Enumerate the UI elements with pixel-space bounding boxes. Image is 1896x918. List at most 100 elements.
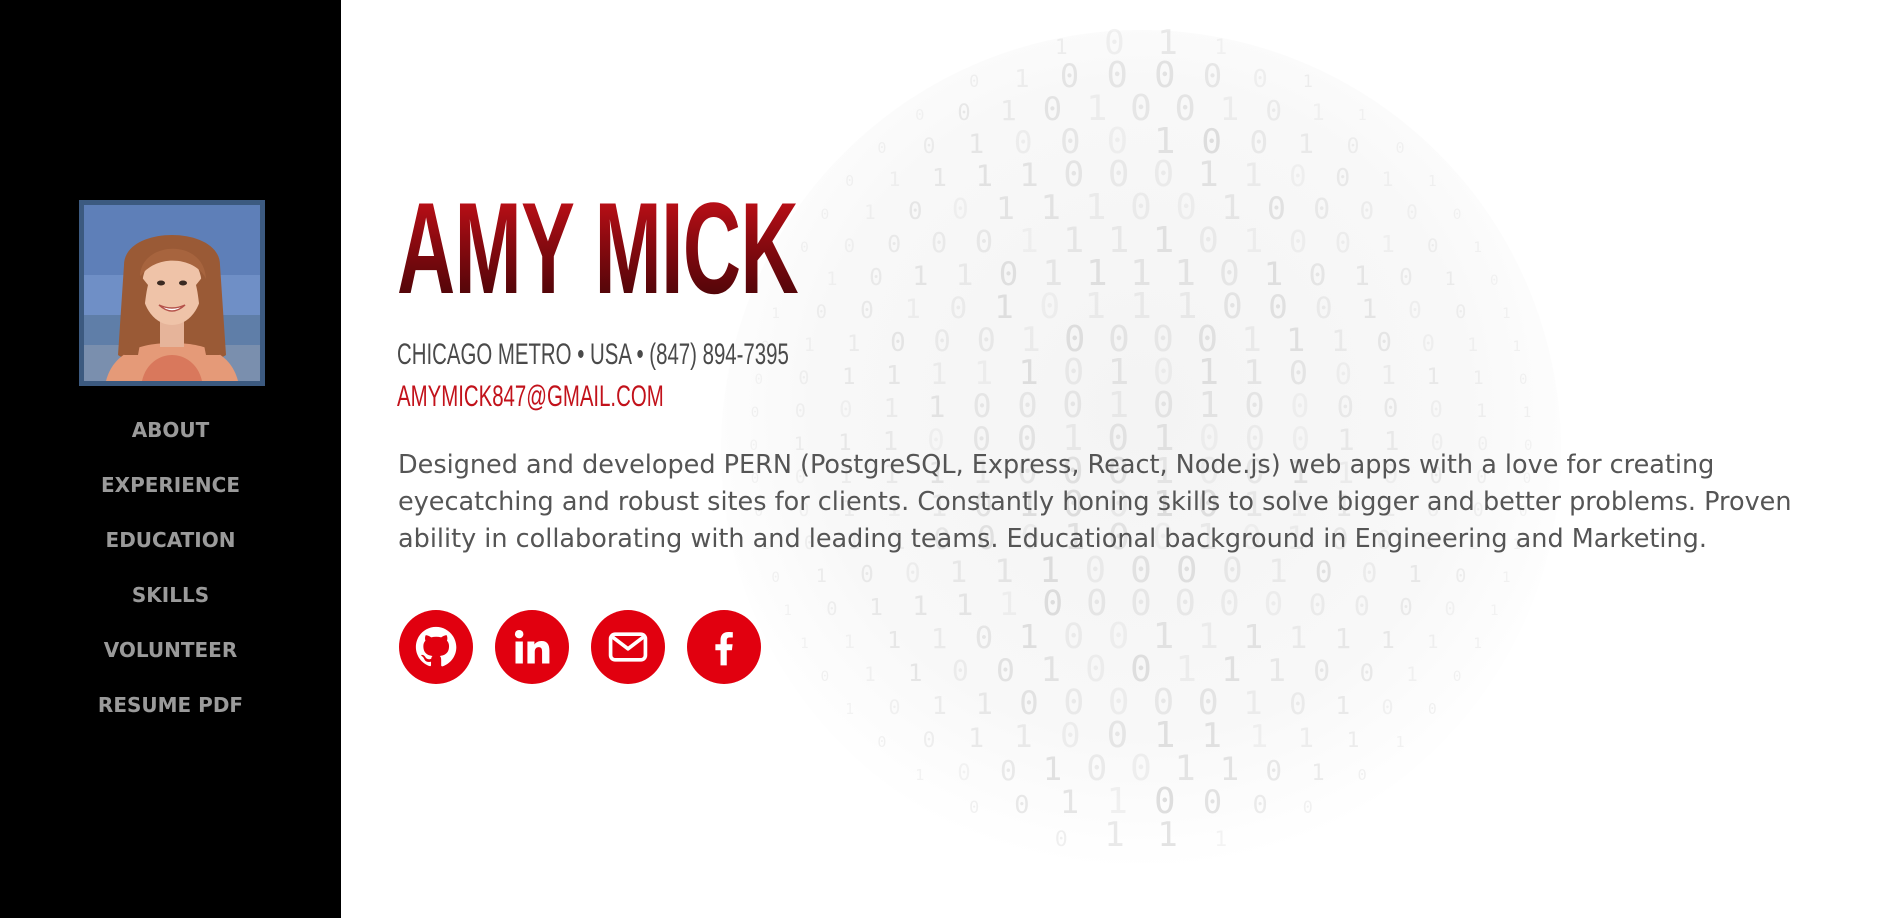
svg-text:1: 1 <box>912 591 928 622</box>
svg-text:0: 0 <box>969 71 979 91</box>
svg-text:1: 1 <box>845 701 854 718</box>
svg-text:0: 0 <box>839 397 852 423</box>
svg-text:0: 0 <box>1107 715 1129 756</box>
svg-text:0: 0 <box>1408 298 1422 324</box>
svg-text:0: 0 <box>1017 386 1037 425</box>
nav-link-education[interactable]: EDUCATION <box>106 528 236 552</box>
svg-text:1: 1 <box>1040 188 1060 227</box>
svg-text:1: 1 <box>1085 286 1106 327</box>
svg-text:1: 1 <box>1264 255 1284 293</box>
sidebar-nav: ABOUT EXPERIENCE EDUCATION SKILLS VOLUNT… <box>0 415 341 745</box>
svg-text:0: 0 <box>1203 783 1222 821</box>
svg-text:0: 0 <box>1360 659 1374 687</box>
svg-text:0: 0 <box>1313 655 1330 688</box>
svg-text:0: 0 <box>1430 397 1443 423</box>
svg-text:0: 0 <box>1014 790 1029 819</box>
svg-text:1: 1 <box>968 129 984 160</box>
svg-text:1: 1 <box>1243 221 1263 260</box>
svg-text:1: 1 <box>1502 570 1511 586</box>
svg-text:1: 1 <box>915 766 924 784</box>
nav-link-experience[interactable]: EXPERIENCE <box>101 473 240 497</box>
github-button[interactable] <box>399 610 473 684</box>
svg-text:0: 0 <box>1289 687 1306 721</box>
nav-link-volunteer[interactable]: VOLUNTEER <box>104 638 238 662</box>
svg-text:0: 0 <box>890 328 906 358</box>
svg-text:0: 0 <box>821 207 830 223</box>
nav-link-skills[interactable]: SKILLS <box>132 583 209 607</box>
svg-text:0: 0 <box>1444 599 1455 620</box>
svg-text:0: 0 <box>1335 163 1350 192</box>
svg-text:1: 1 <box>1040 650 1060 689</box>
svg-text:0: 0 <box>975 225 993 260</box>
svg-text:0: 0 <box>1382 696 1394 719</box>
svg-text:1: 1 <box>1473 368 1484 389</box>
bio-text: Designed and developed PERN (PostgreSQL,… <box>398 450 1792 554</box>
svg-text:1: 1 <box>1381 627 1395 654</box>
svg-text:1: 1 <box>1198 617 1219 657</box>
linkedin-button[interactable] <box>495 610 569 684</box>
svg-text:0: 0 <box>877 733 886 751</box>
svg-text:0: 0 <box>1130 88 1152 129</box>
nav-link-resume-pdf[interactable]: RESUME PDF <box>98 693 243 717</box>
svg-text:0: 0 <box>1055 826 1068 851</box>
svg-text:0: 0 <box>1107 55 1128 96</box>
svg-text:1: 1 <box>884 394 900 424</box>
svg-text:0: 0 <box>1268 288 1288 326</box>
svg-text:1: 1 <box>1199 385 1220 426</box>
svg-text:0: 0 <box>1252 790 1267 819</box>
svg-text:1: 1 <box>1289 621 1307 656</box>
svg-text:0: 0 <box>1154 55 1175 96</box>
svg-text:0: 0 <box>877 139 886 157</box>
svg-text:0: 0 <box>1267 191 1286 227</box>
svg-text:0: 0 <box>1176 187 1197 228</box>
facebook-button[interactable] <box>687 610 761 684</box>
svg-text:1: 1 <box>1347 727 1360 752</box>
svg-text:0: 0 <box>1064 319 1085 360</box>
svg-text:0: 0 <box>889 696 901 719</box>
svg-text:0: 0 <box>1244 386 1264 425</box>
svg-text:0: 0 <box>1108 154 1130 195</box>
svg-text:0: 0 <box>1347 133 1360 158</box>
svg-text:0: 0 <box>1153 352 1175 393</box>
svg-text:0: 0 <box>908 197 922 225</box>
email-button[interactable] <box>591 610 665 684</box>
svg-text:1: 1 <box>955 588 973 623</box>
svg-text:1: 1 <box>1214 826 1227 851</box>
svg-text:1: 1 <box>1130 253 1152 294</box>
svg-text:1: 1 <box>932 163 947 192</box>
svg-text:0: 0 <box>860 298 874 324</box>
svg-text:0: 0 <box>1130 583 1152 624</box>
svg-text:0: 0 <box>1000 754 1017 787</box>
svg-text:1: 1 <box>1335 624 1351 655</box>
svg-text:1: 1 <box>1502 306 1511 322</box>
svg-text:0: 0 <box>1043 90 1062 128</box>
svg-text:1: 1 <box>968 723 984 754</box>
svg-text:1: 1 <box>912 261 928 292</box>
svg-text:1: 1 <box>1107 385 1129 426</box>
svg-text:0: 0 <box>952 655 969 688</box>
svg-text:1: 1 <box>844 631 855 653</box>
email-link[interactable]: AMYMICK847@GMAIL.COM <box>397 379 664 415</box>
svg-text:0: 0 <box>975 621 993 656</box>
svg-text:0: 0 <box>1219 584 1240 624</box>
svg-text:1: 1 <box>1176 649 1197 690</box>
svg-text:0: 0 <box>1130 748 1152 789</box>
svg-text:0: 0 <box>969 797 979 817</box>
svg-text:1: 1 <box>1175 749 1196 789</box>
svg-text:1: 1 <box>1221 188 1241 227</box>
svg-text:1: 1 <box>1396 733 1405 751</box>
svg-text:1: 1 <box>1298 129 1314 160</box>
svg-text:0: 0 <box>905 558 921 589</box>
svg-text:1: 1 <box>1107 781 1128 822</box>
svg-text:0: 0 <box>1130 187 1152 228</box>
svg-text:1: 1 <box>1220 750 1239 788</box>
nav-link-about[interactable]: ABOUT <box>132 418 210 442</box>
svg-text:0: 0 <box>1154 781 1175 822</box>
svg-text:0: 0 <box>826 599 837 620</box>
sidebar: ABOUT EXPERIENCE EDUCATION SKILLS VOLUNT… <box>0 0 341 918</box>
nav-item-volunteer: VOLUNTEER <box>0 635 341 690</box>
svg-text:0: 0 <box>1201 122 1222 162</box>
svg-text:0: 0 <box>1104 23 1125 63</box>
svg-text:1: 1 <box>1014 64 1029 93</box>
svg-text:0: 0 <box>844 235 855 257</box>
